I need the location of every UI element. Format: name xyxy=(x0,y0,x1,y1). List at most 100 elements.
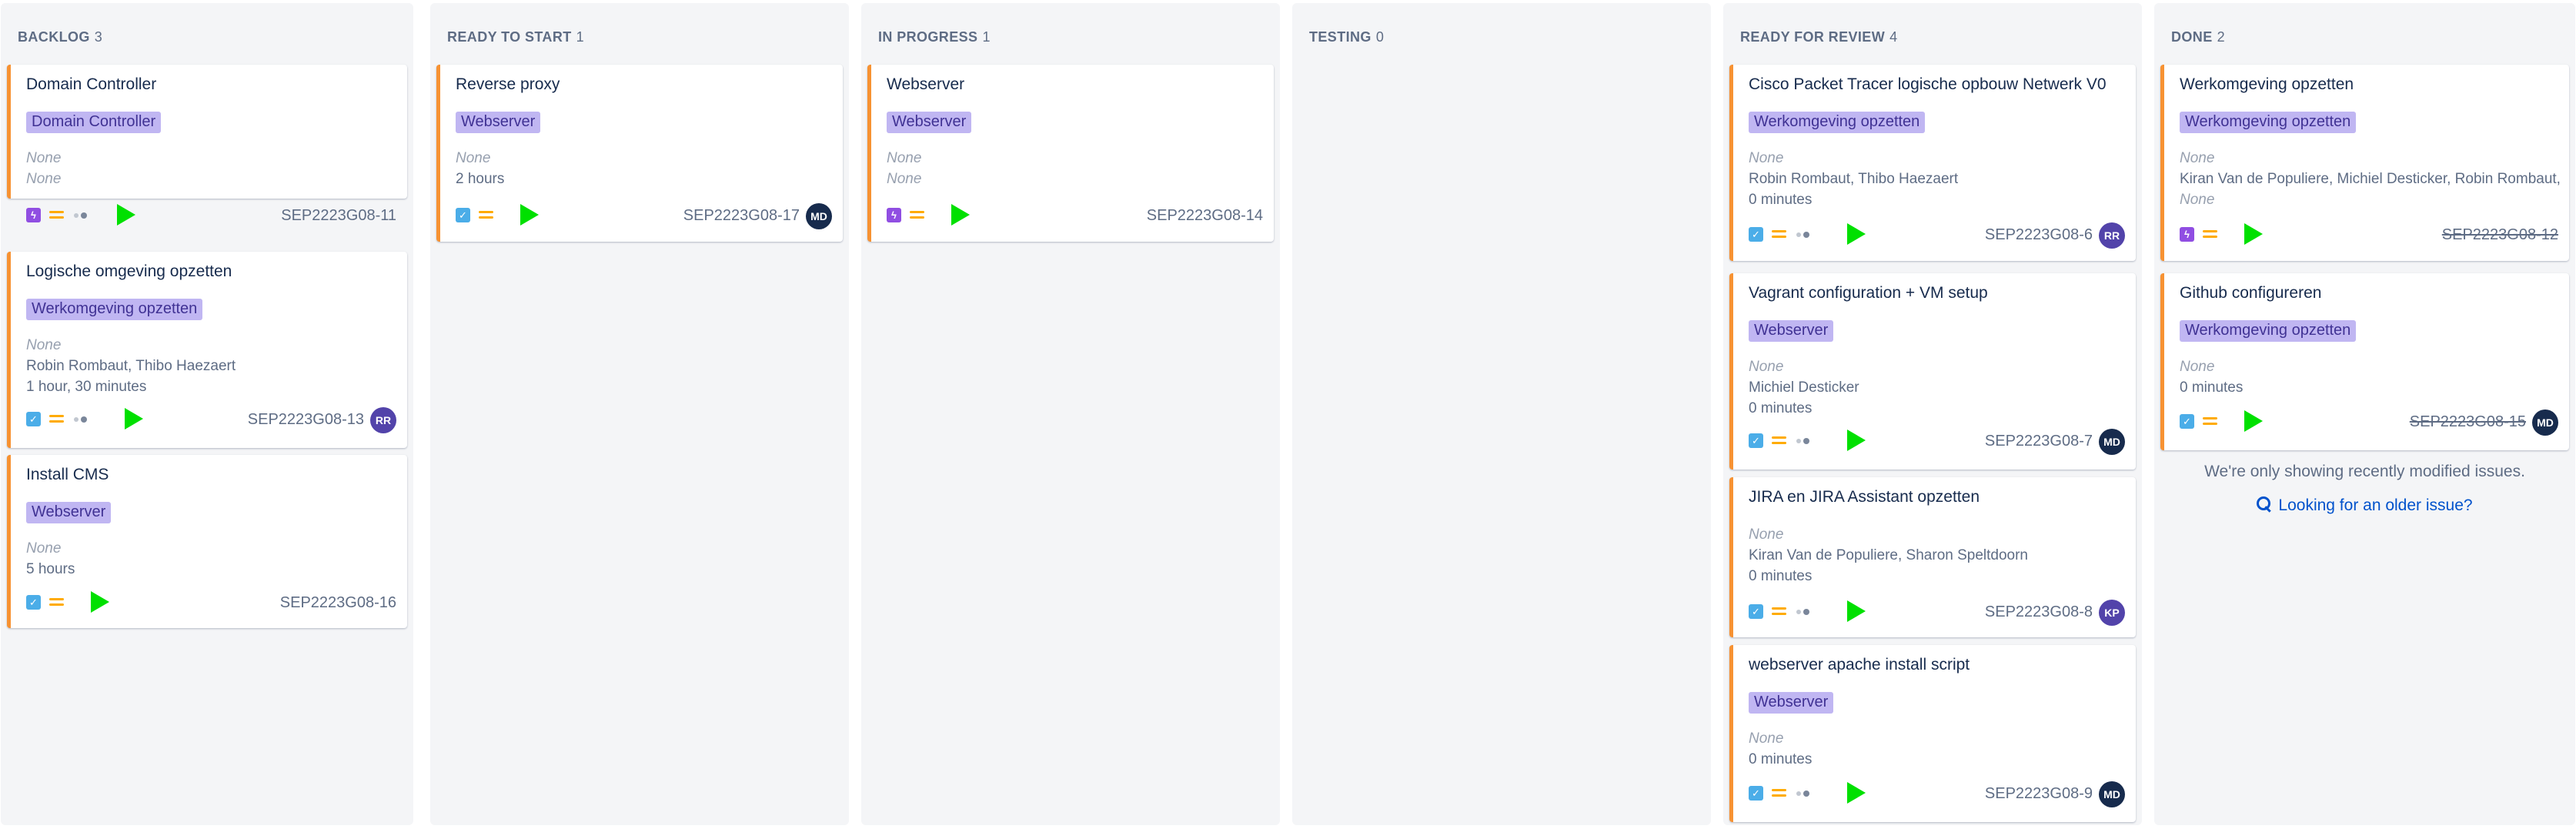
play-timer-icon[interactable] xyxy=(125,408,143,430)
issue-key[interactable]: SEP2223G08-13 xyxy=(248,411,364,429)
column-count: 3 xyxy=(94,29,103,45)
play-timer-icon[interactable] xyxy=(951,204,970,226)
epic-label: Webserver xyxy=(1749,692,1834,714)
column-name: IN PROGRESS xyxy=(878,29,978,45)
column-count: 2 xyxy=(2217,29,2226,45)
issue-key[interactable]: SEP2223G08-12 xyxy=(2442,226,2558,244)
card-field: None xyxy=(26,337,62,353)
issue-card[interactable]: Logische omgeving opzetten Werkomgeving … xyxy=(7,252,407,448)
card-field: None xyxy=(1749,150,1784,166)
play-timer-icon[interactable] xyxy=(91,591,109,613)
epic-label: Webserver xyxy=(26,502,112,523)
column-header: TESTING 0 xyxy=(1309,29,1384,45)
checkbox-task-icon: ✓ xyxy=(26,412,41,426)
medium-priority-icon xyxy=(49,413,64,424)
issue-key[interactable]: SEP2223G08-11 xyxy=(281,207,396,225)
play-timer-icon[interactable] xyxy=(117,204,135,226)
card-footer: ϟ SEP2223G08-14 xyxy=(887,202,1263,228)
card-field: 0 minutes xyxy=(1749,751,1813,767)
avatar[interactable]: RR xyxy=(2099,222,2125,249)
play-timer-icon[interactable] xyxy=(2244,410,2263,432)
column-ready-to-start: READY TO START 1 Reverse proxy Webserver … xyxy=(430,3,849,825)
issue-card[interactable]: Install CMS Webserver None 5 hours ✓ SEP… xyxy=(7,455,407,628)
older-issue-link[interactable]: Looking for an older issue? xyxy=(2154,496,2575,515)
checkbox-task-icon: ✓ xyxy=(2180,414,2194,429)
card-title: Github configureren xyxy=(2180,284,2322,302)
play-timer-icon[interactable] xyxy=(520,204,539,226)
issue-key[interactable]: SEP2223G08-7 xyxy=(1985,433,2093,450)
issue-key[interactable]: SEP2223G08-6 xyxy=(1985,226,2093,244)
card-title: Cisco Packet Tracer logische opbouw Netw… xyxy=(1749,75,2107,93)
issue-card[interactable]: Github configureren Werkomgeving opzette… xyxy=(2160,273,2569,450)
issue-card[interactable]: JIRA en JIRA Assistant opzetten None Kir… xyxy=(1729,477,2136,637)
issue-card[interactable]: webserver apache install script Webserve… xyxy=(1729,645,2136,822)
column-name: READY TO START xyxy=(447,29,572,45)
card-footer: ✓ SEP2223G08-6 RR xyxy=(1749,221,2125,249)
card-footer: ✓ SEP2223G08-15 MD xyxy=(2180,408,2558,436)
epic-label: Werkomgeving opzetten xyxy=(1749,112,1926,133)
column-header: READY FOR REVIEW 4 xyxy=(1740,29,1898,45)
card-title: Reverse proxy xyxy=(456,75,560,93)
estimate-dots-icon xyxy=(1796,790,1813,797)
epic-label: Werkomgeving opzetten xyxy=(2180,320,2357,342)
epic-label: Webserver xyxy=(1749,320,1834,342)
column-name: TESTING xyxy=(1309,29,1372,45)
issue-key[interactable]: SEP2223G08-9 xyxy=(1985,785,2093,803)
avatar[interactable]: MD xyxy=(806,203,832,229)
issue-key[interactable]: SEP2223G08-8 xyxy=(1985,603,2093,621)
issue-key[interactable]: SEP2223G08-14 xyxy=(1147,207,1263,225)
avatar[interactable]: RR xyxy=(370,407,396,433)
card-field: None xyxy=(1749,359,1784,375)
issue-card[interactable]: Reverse proxy Webserver None 2 hours ✓ S… xyxy=(436,65,843,242)
column-name: DONE xyxy=(2171,29,2213,45)
card-field: None xyxy=(2180,150,2215,166)
column-name: READY FOR REVIEW xyxy=(1740,29,1886,45)
epic-label: Werkomgeving opzetten xyxy=(26,299,203,320)
card-field: None xyxy=(26,171,62,187)
avatar[interactable]: MD xyxy=(2099,429,2125,455)
card-title: Vagrant configuration + VM setup xyxy=(1749,284,1988,302)
card-field: 0 minutes xyxy=(1749,400,1813,416)
column-count: 1 xyxy=(576,29,585,45)
checkbox-task-icon: ✓ xyxy=(1749,604,1763,619)
card-footer: ϟ SEP2223G08-12 xyxy=(2180,221,2558,247)
card-field: None xyxy=(887,150,922,166)
search-icon xyxy=(2257,496,2272,512)
play-timer-icon[interactable] xyxy=(1847,223,1866,245)
medium-priority-icon xyxy=(2203,416,2217,426)
card-field: Robin Rombaut, Thibo Haezaert xyxy=(26,358,236,374)
avatar[interactable]: MD xyxy=(2099,781,2125,807)
play-timer-icon[interactable] xyxy=(1847,782,1866,804)
card-title: webserver apache install script xyxy=(1749,656,1970,674)
card-field: Kiran Van de Populiere, Sharon Speltdoor… xyxy=(1749,547,2029,563)
column-count: 4 xyxy=(1889,29,1898,45)
issue-card[interactable]: Werkomgeving opzetten Werkomgeving opzet… xyxy=(2160,65,2569,261)
medium-priority-icon xyxy=(1772,229,1786,239)
checkbox-task-icon: ✓ xyxy=(1749,433,1763,448)
issue-key[interactable]: SEP2223G08-16 xyxy=(280,594,396,612)
checkbox-task-icon: ✓ xyxy=(26,595,41,610)
avatar[interactable]: MD xyxy=(2532,409,2558,436)
column-backlog: BACKLOG 3 Domain Controller Domain Contro… xyxy=(1,3,413,825)
card-title: Domain Controller xyxy=(26,75,157,93)
issue-key[interactable]: SEP2223G08-15 xyxy=(2410,413,2526,431)
issue-card[interactable]: Vagrant configuration + VM setup Webserv… xyxy=(1729,273,2136,470)
play-timer-icon[interactable] xyxy=(1847,600,1866,622)
card-footer: ✓ SEP2223G08-16 xyxy=(26,589,396,615)
avatar[interactable]: KP xyxy=(2099,600,2125,626)
epic-label: Domain Controller xyxy=(26,112,162,133)
older-issue-link-text[interactable]: Looking for an older issue? xyxy=(2278,496,2472,514)
issue-card[interactable]: Webserver Webserver None None ϟ SEP2223G… xyxy=(867,65,1274,242)
estimate-dots-icon xyxy=(74,212,91,219)
issue-key[interactable]: SEP2223G08-17 xyxy=(683,207,800,225)
estimate-dots-icon xyxy=(74,416,91,423)
epic-label: Webserver xyxy=(456,112,541,133)
column-header: DONE 2 xyxy=(2171,29,2225,45)
issue-card[interactable]: Cisco Packet Tracer logische opbouw Netw… xyxy=(1729,65,2136,261)
card-field: 0 minutes xyxy=(1749,192,1813,208)
card-footer: ϟ SEP2223G08-11 xyxy=(26,202,396,228)
play-timer-icon[interactable] xyxy=(1847,430,1866,451)
play-timer-icon[interactable] xyxy=(2244,223,2263,245)
card-field: None xyxy=(456,150,491,166)
issue-card[interactable]: Domain Controller Domain Controller None… xyxy=(7,65,407,226)
